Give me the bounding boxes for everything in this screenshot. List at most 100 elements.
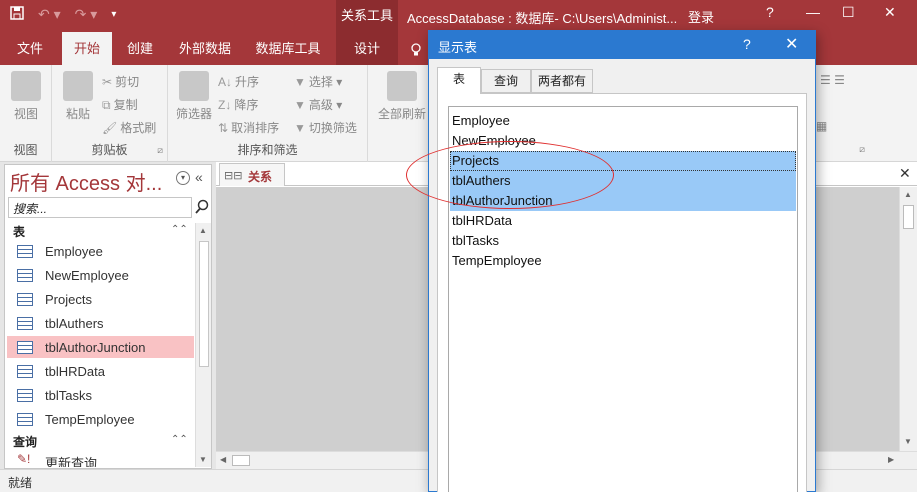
list-item-tblhrdata[interactable]: tblHRData xyxy=(450,211,796,231)
font-color-icon[interactable]: ▦ xyxy=(816,119,827,133)
advanced-button[interactable]: ▼ 高级 ▾ xyxy=(294,96,342,113)
queries-collapse-icon[interactable]: ⌃⌃ xyxy=(171,434,188,445)
view-icon xyxy=(11,71,41,101)
ascending-button[interactable]: A↓ 升序 xyxy=(218,73,259,90)
text-format-launcher-icon[interactable]: ⧄ xyxy=(859,144,865,155)
format-painter-button[interactable]: 🖌 格式刷 xyxy=(102,119,156,136)
dialog-tab-panel: Employee NewEmployee Projects tblAuthers… xyxy=(437,93,807,492)
title-bar: ↶ ▾ ↷ ▾ ▾ 关系工具 AccessDatabase : 数据库- C:\… xyxy=(0,0,917,32)
update-query-icon: ✎! xyxy=(17,452,31,466)
nav-scroll-thumb[interactable] xyxy=(199,241,209,367)
copy-icon: ⧉ xyxy=(102,98,111,112)
list-item-tblauthers[interactable]: tblAuthers xyxy=(450,171,796,191)
table-icon xyxy=(17,269,33,282)
ribbon-help-icon[interactable]: ? xyxy=(766,4,774,20)
dialog-tab-tables[interactable]: 表 xyxy=(437,67,481,94)
tab-create[interactable]: 创建 xyxy=(114,32,166,65)
scroll-down-icon[interactable]: ▼ xyxy=(199,455,207,464)
scroll-right-icon[interactable]: ▶ xyxy=(888,455,894,464)
advanced-label: 高级 xyxy=(308,98,333,112)
scroll-down-icon[interactable]: ▼ xyxy=(904,437,912,446)
redo-icon[interactable]: ↷ ▾ xyxy=(75,6,98,23)
horizontal-scroll-thumb[interactable] xyxy=(232,455,250,466)
view-button[interactable]: 视图 xyxy=(4,71,48,122)
clipboard-group: 粘贴 ✂ 剪切 ⧉ 复制 🖌 格式刷 剪贴板 ⧄ xyxy=(52,65,168,162)
scroll-up-icon[interactable]: ▲ xyxy=(904,190,912,199)
tab-database-tools[interactable]: 数据库工具 xyxy=(246,32,330,65)
vertical-scrollbar[interactable]: ▲ ▼ xyxy=(899,187,917,451)
vertical-scroll-thumb[interactable] xyxy=(903,205,914,229)
filter-button[interactable]: 筛选器 xyxy=(172,71,216,122)
minimize-icon[interactable]: — xyxy=(806,4,820,20)
table-listbox[interactable]: Employee NewEmployee Projects tblAuthers… xyxy=(448,106,798,492)
nav-table-employee[interactable]: Employee xyxy=(7,240,194,262)
tab-relationships[interactable]: ⊟⊟ 关系 xyxy=(219,163,285,186)
remove-sort-button[interactable]: ⇅ 取消排序 xyxy=(218,119,279,136)
login-link[interactable]: 登录 xyxy=(688,7,714,26)
context-tab-title: 关系工具 xyxy=(336,0,398,32)
cut-button[interactable]: ✂ 剪切 xyxy=(102,73,139,90)
list-item-tblauthorjunction[interactable]: tblAuthorJunction xyxy=(450,191,796,211)
tab-design[interactable]: 设计 xyxy=(336,32,398,65)
nav-query-update[interactable]: ✎! 更新查询 xyxy=(7,449,194,467)
nav-table-tblauthers[interactable]: tblAuthers xyxy=(7,312,194,334)
close-document-icon[interactable]: ✕ xyxy=(899,165,911,182)
nav-group-tables[interactable]: 表 xyxy=(13,223,25,240)
nav-search-input[interactable]: 搜索... xyxy=(8,197,192,218)
nav-menu-dropdown-icon[interactable]: ▾ xyxy=(176,171,190,185)
list-item-projects[interactable]: Projects xyxy=(450,151,796,171)
refresh-all-button[interactable]: 全部刷新 xyxy=(374,71,430,122)
toggle-filter-icon: ▼ xyxy=(294,121,306,135)
table-icon xyxy=(17,413,33,426)
clipboard-launcher-icon[interactable]: ⧄ xyxy=(157,145,163,156)
ascending-label: 升序 xyxy=(235,75,260,89)
nav-group-queries[interactable]: 查询 xyxy=(13,433,37,450)
dialog-help-icon[interactable]: ? xyxy=(743,36,751,52)
undo-icon[interactable]: ↶ ▾ xyxy=(38,6,61,23)
tab-home[interactable]: 开始 xyxy=(62,32,112,65)
nav-table-newemployee[interactable]: NewEmployee xyxy=(7,264,194,286)
dialog-title-bar[interactable]: 显示表 ? ✕ xyxy=(429,31,815,59)
align-icon[interactable]: ☰ ☰ xyxy=(820,73,845,87)
nav-pane-title[interactable]: 所有 Access 对... xyxy=(10,167,162,196)
nav-table-tblauthorjunction[interactable]: tblAuthorJunction xyxy=(7,336,194,358)
nav-table-tempemployee[interactable]: TempEmployee xyxy=(7,408,194,430)
list-item-employee[interactable]: Employee xyxy=(450,111,796,131)
nav-item-label: Projects xyxy=(45,292,92,307)
tab-file[interactable]: 文件 xyxy=(0,32,60,65)
selection-button[interactable]: ▼ 选择 ▾ xyxy=(294,73,342,90)
dialog-close-icon[interactable]: ✕ xyxy=(785,34,798,54)
nav-scrollbar[interactable]: ▲ ▼ xyxy=(195,223,211,467)
sort-asc-icon: A↓ xyxy=(218,75,233,89)
paste-label: 粘贴 xyxy=(65,107,90,121)
nav-table-tbltasks[interactable]: tblTasks xyxy=(7,384,194,406)
dialog-tab-both[interactable]: 两者都有 xyxy=(531,69,593,93)
nav-table-projects[interactable]: Projects xyxy=(7,288,194,310)
nav-collapse-icon[interactable]: « xyxy=(195,169,203,185)
list-item-tempemployee[interactable]: TempEmployee xyxy=(450,251,796,271)
sort-filter-group: 筛选器 A↓ 升序 Z↓ 降序 ⇅ 取消排序 ▼ 选择 ▾ ▼ 高级 ▾ ▼ 切换筛选 排序… xyxy=(168,65,368,162)
scroll-left-icon[interactable]: ◀ xyxy=(220,455,226,464)
table-icon xyxy=(17,317,33,330)
maximize-icon[interactable]: ☐ xyxy=(842,4,855,21)
tables-collapse-icon[interactable]: ⌃⌃ xyxy=(171,224,188,235)
lightbulb-icon[interactable] xyxy=(404,32,428,65)
search-icon[interactable] xyxy=(194,199,210,215)
dialog-tab-queries[interactable]: 查询 xyxy=(481,69,531,93)
copy-button[interactable]: ⧉ 复制 xyxy=(102,96,138,113)
descending-button[interactable]: Z↓ 降序 xyxy=(218,96,258,113)
nav-table-tblhrdata[interactable]: tblHRData xyxy=(7,360,194,382)
toggle-filter-label: 切换筛选 xyxy=(308,121,357,135)
tab-external-data[interactable]: 外部数据 xyxy=(168,32,242,65)
list-item-newemployee[interactable]: NewEmployee xyxy=(450,131,796,151)
dialog-title: 显示表 xyxy=(438,40,478,55)
show-table-dialog: 显示表 ? ✕ 表 查询 两者都有 Employee NewEmployee P… xyxy=(428,30,816,492)
list-item-tbltasks[interactable]: tblTasks xyxy=(450,231,796,251)
scroll-up-icon[interactable]: ▲ xyxy=(199,226,207,235)
format-painter-label: 格式刷 xyxy=(120,121,157,135)
close-icon[interactable]: ✕ xyxy=(884,4,896,21)
save-icon[interactable] xyxy=(10,6,24,23)
customize-qat-icon[interactable]: ▾ xyxy=(111,9,116,20)
toggle-filter-button[interactable]: ▼ 切换筛选 xyxy=(294,119,357,136)
paste-button[interactable]: 粘贴 xyxy=(56,71,100,122)
